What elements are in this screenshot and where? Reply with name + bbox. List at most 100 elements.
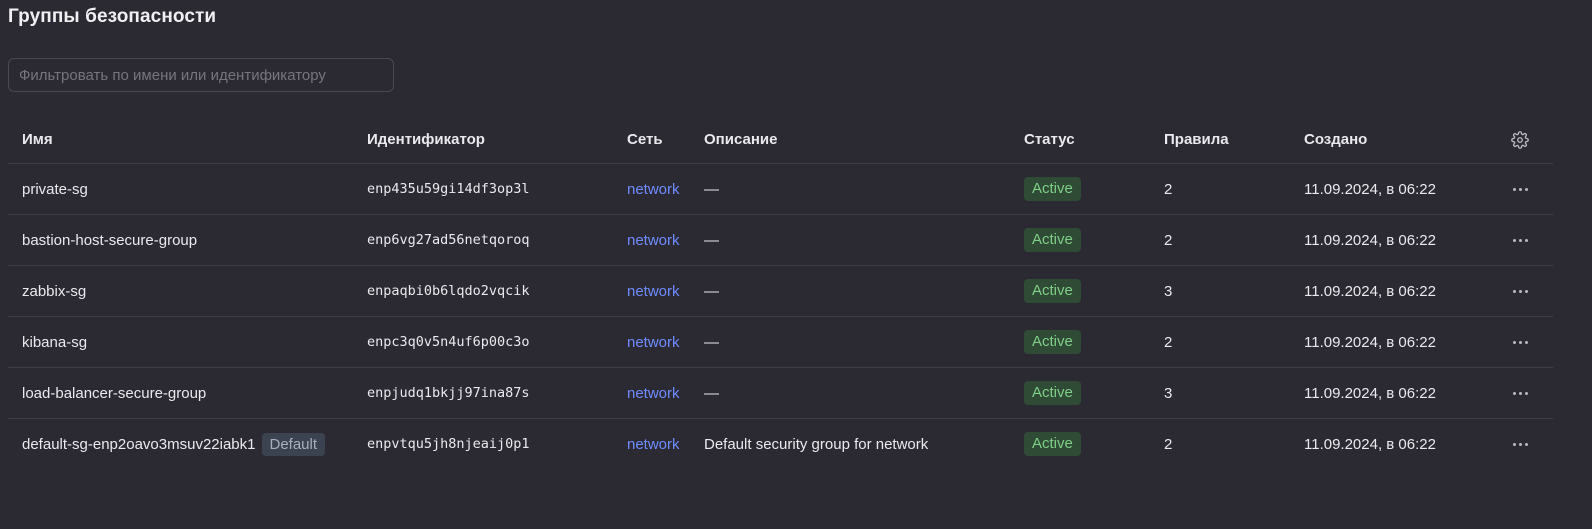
row-actions-cell <box>1508 368 1532 418</box>
dot <box>1524 391 1528 395</box>
dot <box>1518 289 1522 293</box>
cell-identifier: enp6vg27ad56netqoroq <box>367 232 530 248</box>
cell-status: Active <box>1024 164 1081 214</box>
cell-name: private-sg <box>22 164 88 214</box>
network-link[interactable]: network <box>627 181 680 198</box>
dot <box>1524 442 1528 446</box>
filter-input[interactable] <box>9 59 393 91</box>
cell-description: — <box>704 231 719 249</box>
more-horizontal-icon[interactable] <box>1511 437 1530 452</box>
dot <box>1512 442 1516 446</box>
dot <box>1512 289 1516 293</box>
dot <box>1518 391 1522 395</box>
network-link[interactable]: network <box>627 385 680 402</box>
table-settings-button[interactable] <box>1508 116 1532 163</box>
gear-icon[interactable] <box>1511 130 1529 149</box>
cell-rules: 3 <box>1164 282 1173 300</box>
filter-field[interactable] <box>8 58 394 92</box>
cell-created: 11.09.2024, в 06:22 <box>1304 435 1436 453</box>
cell-network: network <box>627 368 680 418</box>
security-group-name[interactable]: bastion-host-secure-group <box>22 232 197 249</box>
column-header-rules[interactable]: Правила <box>1164 116 1229 163</box>
column-header-created[interactable]: Создано <box>1304 116 1367 163</box>
more-horizontal-icon[interactable] <box>1511 233 1530 248</box>
security-groups-table: Имя Идентификатор Сеть Описание Статус П… <box>8 116 1553 469</box>
network-link[interactable]: network <box>627 436 680 453</box>
cell-network: network <box>627 317 680 367</box>
column-header-id[interactable]: Идентификатор <box>367 116 485 163</box>
network-link[interactable]: network <box>627 334 680 351</box>
table-body: private-sg enp435u59gi14df3op3l network — Ac… <box>8 164 1553 469</box>
security-group-name[interactable]: load-balancer-secure-group <box>22 385 206 402</box>
cell-description: Default security group for network <box>704 435 929 453</box>
cell-status: Active <box>1024 266 1081 316</box>
security-group-name[interactable]: default-sg-enp2oavo3msuv22iabk1 <box>22 436 256 453</box>
more-horizontal-icon[interactable] <box>1511 386 1530 401</box>
page-title: Группы безопасности <box>8 6 217 27</box>
cell-identifier: enpvtqu5jh8njeaij0p1 <box>367 436 530 452</box>
cell-created: 11.09.2024, в 06:22 <box>1304 333 1436 351</box>
cell-name: load-balancer-secure-group <box>22 368 206 418</box>
security-group-name[interactable]: kibana-sg <box>22 334 87 351</box>
cell-description: — <box>704 384 719 402</box>
column-header-status[interactable]: Статус <box>1024 116 1075 163</box>
more-horizontal-icon[interactable] <box>1511 284 1530 299</box>
dot <box>1518 340 1522 344</box>
cell-network: network <box>627 215 680 265</box>
row-actions-cell <box>1508 317 1532 367</box>
cell-network: network <box>627 419 680 469</box>
dot <box>1524 238 1528 242</box>
cell-name: zabbix-sg <box>22 266 86 316</box>
cell-created: 11.09.2024, в 06:22 <box>1304 180 1436 198</box>
cell-status: Active <box>1024 419 1081 469</box>
more-horizontal-icon[interactable] <box>1511 182 1530 197</box>
row-actions-cell <box>1508 266 1532 316</box>
default-badge: Default <box>261 432 326 456</box>
dot <box>1512 238 1516 242</box>
cell-network: network <box>627 164 680 214</box>
cell-name: kibana-sg <box>22 317 87 367</box>
status-badge: Active <box>1024 279 1081 303</box>
cell-identifier: enpc3q0v5n4uf6p00c3o <box>367 334 530 350</box>
more-horizontal-icon[interactable] <box>1511 335 1530 350</box>
column-header-name[interactable]: Имя <box>22 116 53 163</box>
security-group-name[interactable]: private-sg <box>22 181 88 198</box>
table-row[interactable]: load-balancer-secure-group enpjudq1bkjj97… <box>8 368 1553 419</box>
table-row[interactable]: zabbix-sg enpaqbi0b6lqdo2vqcik network — Act… <box>8 266 1553 317</box>
row-actions-cell <box>1508 215 1532 265</box>
cell-rules: 2 <box>1164 435 1173 453</box>
cell-status: Active <box>1024 317 1081 367</box>
status-badge: Active <box>1024 432 1081 456</box>
table-row[interactable]: default-sg-enp2oavo3msuv22iabk1 Default en… <box>8 419 1553 469</box>
network-link[interactable]: network <box>627 283 680 300</box>
table-header-row: Имя Идентификатор Сеть Описание Статус П… <box>8 116 1553 164</box>
column-header-description[interactable]: Описание <box>704 116 777 163</box>
dot <box>1512 187 1516 191</box>
dot <box>1512 340 1516 344</box>
dot <box>1524 340 1528 344</box>
cell-rules: 3 <box>1164 384 1173 402</box>
table-row[interactable]: bastion-host-secure-group enp6vg27ad56net… <box>8 215 1553 266</box>
table-row[interactable]: kibana-sg enpc3q0v5n4uf6p00c3o network — Act… <box>8 317 1553 368</box>
row-actions-cell <box>1508 164 1532 214</box>
cell-identifier: enp435u59gi14df3op3l <box>367 181 530 197</box>
cell-created: 11.09.2024, в 06:22 <box>1304 231 1436 249</box>
dot <box>1518 238 1522 242</box>
dot <box>1524 289 1528 293</box>
cell-rules: 2 <box>1164 180 1173 198</box>
cell-description: — <box>704 282 719 300</box>
row-actions-cell <box>1508 419 1532 469</box>
cell-name: bastion-host-secure-group <box>22 215 197 265</box>
cell-name: default-sg-enp2oavo3msuv22iabk1 Default <box>22 419 326 469</box>
network-link[interactable]: network <box>627 232 680 249</box>
cell-status: Active <box>1024 368 1081 418</box>
table-row[interactable]: private-sg enp435u59gi14df3op3l network — Ac… <box>8 164 1553 215</box>
cell-identifier: enpaqbi0b6lqdo2vqcik <box>367 283 530 299</box>
security-group-name[interactable]: zabbix-sg <box>22 283 86 300</box>
cell-identifier: enpjudq1bkjj97ina87s <box>367 385 530 401</box>
status-badge: Active <box>1024 330 1081 354</box>
column-header-network[interactable]: Сеть <box>627 116 663 163</box>
status-badge: Active <box>1024 228 1081 252</box>
cell-description: — <box>704 180 719 198</box>
status-badge: Active <box>1024 177 1081 201</box>
